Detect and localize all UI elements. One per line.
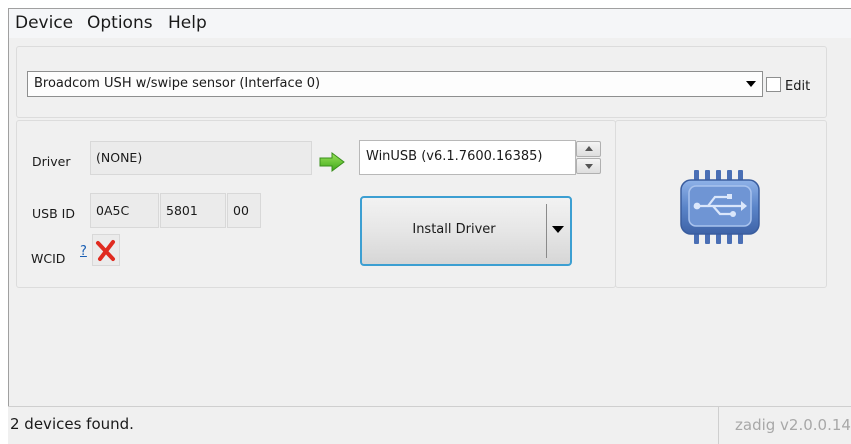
usb-pid-field: 5801 [160, 193, 226, 228]
install-driver-label: Install Driver [412, 222, 496, 237]
usb-vid-value: 0A5C [96, 203, 130, 218]
edit-label: Edit [785, 79, 811, 94]
wcid-help-link[interactable]: ? [80, 244, 87, 259]
dropdown-arrow-icon[interactable] [552, 226, 564, 233]
device-dropdown-value: Broadcom USH w/swipe sensor (Interface 0… [34, 76, 321, 91]
target-driver-value: WinUSB (v6.1.7600.16385) [366, 149, 543, 164]
menu-device[interactable]: Device [13, 10, 75, 37]
usb-mi-field: 00 [227, 193, 261, 228]
chevron-down-icon [746, 81, 756, 87]
wcid-status [92, 234, 120, 266]
menu-help[interactable]: Help [166, 10, 209, 37]
red-x-icon [96, 240, 115, 261]
install-driver-button[interactable]: Install Driver [360, 196, 572, 266]
usb-id-label: USB ID [32, 206, 75, 221]
target-driver-field[interactable]: WinUSB (v6.1.7600.16385) [359, 140, 576, 175]
menu-bar: Device Options Help [9, 9, 851, 38]
status-bar: 2 devices found. zadig v2.0.0.14 [8, 406, 851, 444]
driver-next-button[interactable] [576, 158, 601, 174]
usb-device-icon [680, 170, 760, 244]
status-message: 2 devices found. [10, 415, 134, 433]
menu-options[interactable]: Options [85, 10, 155, 37]
usb-pid-value: 5801 [166, 203, 198, 218]
driver-spinner [576, 140, 601, 175]
usb-vid-field: 0A5C [90, 193, 159, 228]
current-driver-field: (NONE) [90, 141, 312, 175]
version-label: zadig v2.0.0.14 [735, 416, 851, 434]
chevron-up-icon [585, 146, 593, 151]
edit-checkbox[interactable] [766, 77, 781, 92]
usb-mi-value: 00 [233, 203, 249, 218]
current-driver-value: (NONE) [96, 150, 143, 165]
device-dropdown[interactable]: Broadcom USH w/swipe sensor (Interface 0… [27, 71, 763, 97]
status-divider [718, 407, 719, 444]
driver-label: Driver [32, 154, 71, 169]
driver-previous-button[interactable] [576, 141, 601, 157]
wcid-label: WCID [31, 251, 66, 266]
chevron-down-icon [585, 164, 593, 169]
button-divider [546, 204, 547, 258]
green-right-arrow-icon [319, 152, 345, 172]
